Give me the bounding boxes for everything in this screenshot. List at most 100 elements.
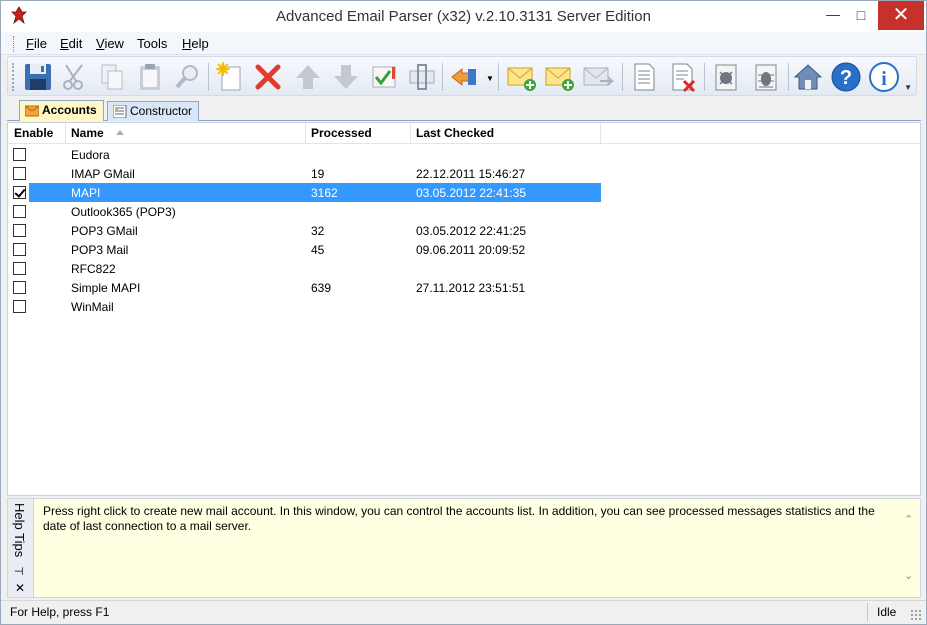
log-icon[interactable]: [710, 61, 742, 93]
enable-checkbox[interactable]: [13, 262, 26, 275]
tab-constructor-label: Constructor: [130, 104, 193, 118]
pin-icon[interactable]: ⊣: [14, 565, 24, 578]
toolbar-grip[interactable]: [12, 63, 15, 91]
list-header: Enable Name Processed Last Checked: [8, 123, 920, 144]
column-header-name[interactable]: Name: [71, 126, 104, 140]
scroll-down-icon[interactable]: ⌄: [904, 569, 913, 582]
account-name: Outlook365 (POP3): [71, 205, 176, 219]
menu-help[interactable]: Help: [182, 36, 209, 51]
accounts-list[interactable]: Enable Name Processed Last Checked Eudor…: [7, 122, 921, 496]
enable-checkbox[interactable]: [13, 167, 26, 180]
mail-add-icon[interactable]: [506, 61, 538, 93]
last-checked: 09.06.2011 20:09:52: [416, 243, 526, 257]
menu-bar: File Edit View Tools Help: [1, 32, 926, 55]
toolbar-separator: [622, 63, 623, 91]
column-divider[interactable]: [65, 123, 66, 144]
status-state: Idle: [877, 605, 897, 619]
document-icon[interactable]: [628, 61, 660, 93]
mail-add-alt-icon[interactable]: [544, 61, 576, 93]
toolbar-overflow-icon[interactable]: ▼: [904, 83, 912, 92]
enable-checkbox[interactable]: [13, 224, 26, 237]
column-divider[interactable]: [305, 123, 306, 144]
move-down-icon[interactable]: [330, 61, 362, 93]
window-title: Advanced Email Parser (x32) v.2.10.3131 …: [276, 8, 651, 25]
menu-view[interactable]: View: [96, 36, 124, 51]
processed-count: 45: [311, 243, 325, 257]
account-name: Eudora: [71, 148, 110, 162]
tab-constructor[interactable]: Constructor: [107, 101, 200, 121]
scroll-up-icon[interactable]: ⌃: [904, 513, 913, 526]
processed-count: 19: [311, 167, 325, 181]
column-header-last-checked[interactable]: Last Checked: [416, 126, 494, 140]
toolbar-separator: [498, 63, 499, 91]
home-icon[interactable]: [792, 61, 824, 93]
paste-icon[interactable]: [134, 61, 166, 93]
list-item[interactable]: RFC822: [8, 259, 920, 278]
list-item[interactable]: POP3 Mail 45 09.06.2011 20:09:52: [8, 240, 920, 259]
document-delete-icon[interactable]: [666, 61, 698, 93]
cut-icon[interactable]: [58, 61, 90, 93]
menu-edit[interactable]: Edit: [60, 36, 82, 51]
tab-accounts[interactable]: Accounts: [19, 100, 104, 121]
tab-strip: Accounts Constructor: [7, 99, 921, 121]
copy-icon[interactable]: [96, 61, 128, 93]
menu-file[interactable]: File: [26, 36, 47, 51]
list-item[interactable]: Eudora: [8, 145, 920, 164]
toolbar: ▼ ? i ▼: [7, 56, 917, 96]
help-scrollbar[interactable]: ⌃ ⌄: [902, 499, 918, 597]
minimize-button[interactable]: —: [820, 1, 846, 30]
svg-text:?: ?: [840, 67, 852, 89]
debug-icon[interactable]: [750, 61, 782, 93]
column-header-enable[interactable]: Enable: [14, 126, 53, 140]
list-item[interactable]: IMAP GMail 19 22.12.2011 15:46:27: [8, 164, 920, 183]
column-header-processed[interactable]: Processed: [311, 126, 372, 140]
menu-tools[interactable]: Tools: [137, 36, 167, 51]
last-checked: 03.05.2012 22:41:35: [416, 186, 527, 200]
move-up-icon[interactable]: [292, 61, 324, 93]
help-tips-sidebar: Help Tips ⊣ ✕: [8, 499, 34, 597]
list-item[interactable]: MAPI 3162 03.05.2012 22:41:35: [8, 183, 920, 202]
close-icon[interactable]: ✕: [15, 581, 25, 595]
account-name: WinMail: [71, 300, 114, 314]
enable-checkbox[interactable]: [13, 281, 26, 294]
new-icon[interactable]: [214, 61, 246, 93]
enable-checkbox[interactable]: [13, 205, 26, 218]
enable-checkbox[interactable]: [13, 186, 26, 199]
info-icon[interactable]: i: [868, 61, 900, 93]
app-window: Advanced Email Parser (x32) v.2.10.3131 …: [0, 0, 927, 625]
help-icon[interactable]: ?: [830, 61, 862, 93]
enable-checkbox[interactable]: [13, 148, 26, 161]
enable-checkbox[interactable]: [13, 243, 26, 256]
toolbar-separator: [788, 63, 789, 91]
delete-icon[interactable]: [252, 61, 284, 93]
accounts-tab-icon: [25, 105, 39, 117]
resize-grip[interactable]: [910, 609, 922, 621]
status-divider: [867, 603, 868, 621]
import-dropdown-arrow[interactable]: ▼: [486, 74, 494, 83]
help-tips-panel: Help Tips ⊣ ✕ Press right click to creat…: [7, 498, 921, 598]
list-item[interactable]: WinMail: [8, 297, 920, 316]
column-divider[interactable]: [600, 123, 601, 144]
account-name: IMAP GMail: [71, 167, 135, 181]
account-name: Simple MAPI: [71, 281, 141, 295]
processed-count: 32: [311, 224, 325, 238]
svg-text:i: i: [881, 68, 887, 90]
properties-icon[interactable]: [406, 61, 438, 93]
toolbar-separator: [442, 63, 443, 91]
status-bar: For Help, press F1 Idle: [1, 600, 926, 624]
toolbar-separator: [704, 63, 705, 91]
find-icon[interactable]: [172, 61, 204, 93]
list-item[interactable]: POP3 GMail 32 03.05.2012 22:41:25: [8, 221, 920, 240]
maximize-button[interactable]: □: [848, 1, 874, 30]
menu-grip[interactable]: [13, 36, 16, 52]
list-item[interactable]: Outlook365 (POP3): [8, 202, 920, 221]
help-tips-text: Press right click to create new mail acc…: [43, 504, 875, 533]
enable-checkbox[interactable]: [13, 300, 26, 313]
list-item[interactable]: Simple MAPI 639 27.11.2012 23:51:51: [8, 278, 920, 297]
save-icon[interactable]: [22, 61, 54, 93]
check-icon[interactable]: [368, 61, 400, 93]
close-button[interactable]: ✕: [878, 1, 924, 30]
column-divider[interactable]: [410, 123, 411, 144]
mail-send-icon[interactable]: [582, 61, 614, 93]
import-icon[interactable]: [448, 61, 480, 93]
